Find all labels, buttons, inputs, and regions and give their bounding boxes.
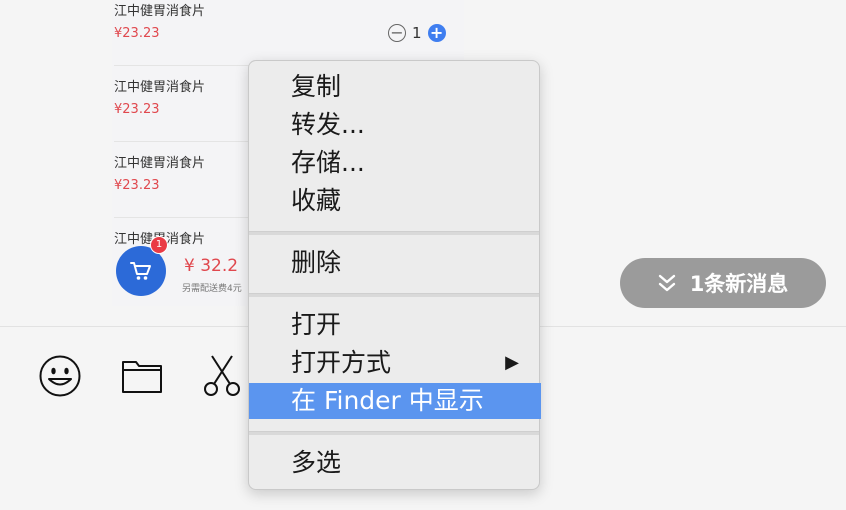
menu-item-forward[interactable]: 转发... (249, 107, 541, 143)
delivery-note: 另需配送费4元 (182, 284, 242, 294)
quantity-stepper: − 1 + (388, 24, 446, 42)
minus-icon: − (388, 24, 406, 42)
new-messages-label: 1条新消息 (689, 272, 789, 296)
cart-icon (130, 262, 151, 280)
menu-item-copy[interactable]: 复制 (249, 69, 541, 105)
emoji-icon (39, 355, 81, 397)
menu-item-favorite[interactable]: 收藏 (249, 183, 541, 219)
list-item: 江中健胃消食片 ¥23.23 − 1 + (112, 0, 464, 66)
menu-item-open[interactable]: 打开 (249, 307, 541, 343)
menu-separator (249, 431, 539, 435)
folder-icon (122, 361, 162, 393)
folder-button[interactable] (120, 356, 164, 396)
menu-item-show-in-finder[interactable]: 在 Finder 中显示 (249, 383, 541, 419)
cart-badge: 1 (150, 236, 168, 254)
product-name: 江中健胃消食片 (114, 80, 206, 95)
menu-item-open-with-label: 打开方式 (291, 348, 392, 377)
context-menu: 复制 转发... 存储... 收藏 删除 打开 打开方式 ▶ 在 Finder … (248, 60, 541, 490)
menu-item-save[interactable]: 存储... (249, 145, 541, 181)
menu-item-open-with[interactable]: 打开方式 ▶ (249, 345, 541, 381)
emoji-button[interactable] (38, 355, 82, 397)
scissors-icon (204, 355, 240, 396)
menu-separator (249, 231, 539, 235)
quantity-value: 1 (412, 24, 422, 42)
product-name: 江中健胃消食片 (114, 4, 206, 19)
plus-icon: + (427, 24, 446, 42)
double-chevron-down-icon (658, 274, 675, 292)
product-price: ¥23.23 (114, 178, 160, 193)
menu-separator (249, 293, 539, 297)
product-price: ¥23.23 (114, 26, 160, 41)
product-price: ¥23.23 (114, 102, 160, 117)
menu-item-delete[interactable]: 删除 (249, 245, 541, 281)
cart-total: ¥ 32.2 (184, 256, 239, 276)
submenu-arrow-icon: ▶ (505, 352, 519, 373)
new-messages-button[interactable]: 1条新消息 (620, 258, 826, 308)
menu-item-multi-select[interactable]: 多选 (249, 445, 541, 481)
product-name: 江中健胃消食片 (114, 156, 206, 171)
screenshot-button[interactable] (200, 355, 244, 396)
